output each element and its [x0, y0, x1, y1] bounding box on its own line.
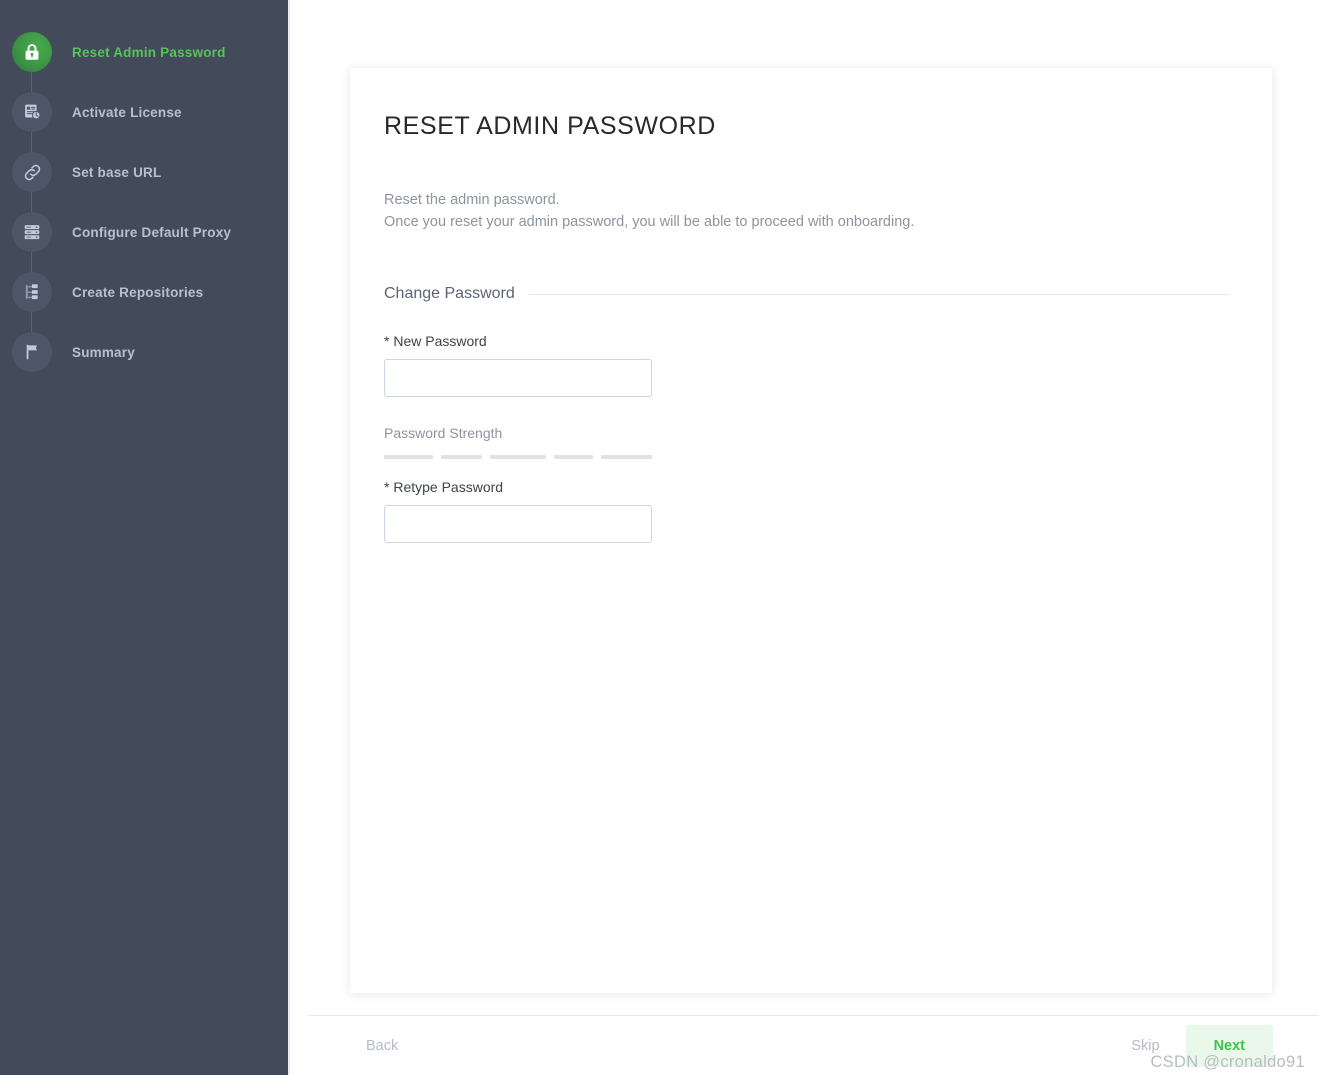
main-content: RESET ADMIN PASSWORD Reset the admin pas…	[290, 0, 1319, 1075]
sidebar-item-label: Summary	[72, 344, 135, 360]
new-password-input[interactable]	[384, 359, 652, 398]
onboarding-wizard-page: Reset Admin Password Activate License Se…	[0, 0, 1319, 1075]
back-button[interactable]: Back	[350, 1028, 414, 1064]
section-legend-label: Change Password	[384, 285, 515, 303]
wizard-sidebar: Reset Admin Password Activate License Se…	[0, 0, 290, 1075]
section-legend-divider	[528, 293, 1230, 295]
sidebar-item-configure-default-proxy[interactable]: Configure Default Proxy	[0, 202, 288, 312]
intro-text: Reset the admin password. Once you reset…	[384, 189, 1230, 233]
license-document-icon	[12, 92, 52, 132]
change-password-section: Change Password * New Password Password …	[384, 285, 1230, 544]
sidebar-item-label: Reset Admin Password	[72, 44, 226, 60]
password-strength-block: Password Strength	[384, 425, 1230, 460]
link-chain-icon	[12, 152, 52, 192]
sidebar-item-label: Activate License	[72, 104, 182, 120]
wizard-footer: Back Skip Next CSDN @cronaldo91	[308, 1015, 1319, 1075]
server-stack-icon	[12, 212, 52, 252]
lock-icon	[12, 32, 52, 72]
sidebar-item-activate-license[interactable]: Activate License	[0, 82, 288, 192]
next-button[interactable]: Next	[1185, 1024, 1273, 1067]
password-strength-meter	[384, 455, 652, 460]
strength-segment	[440, 455, 482, 460]
retype-password-label: * Retype Password	[384, 479, 504, 496]
sidebar-item-label: Create Repositories	[72, 284, 204, 300]
content-scroll-area: RESET ADMIN PASSWORD Reset the admin pas…	[290, 0, 1319, 993]
password-strength-label: Password Strength	[384, 425, 503, 442]
footer-right-actions: Skip Next	[1115, 1024, 1273, 1067]
section-legend: Change Password	[384, 285, 1230, 303]
sidebar-item-summary[interactable]: Summary	[0, 322, 288, 382]
strength-segment	[554, 455, 594, 460]
retype-password-field-group: * Retype Password	[384, 479, 1230, 544]
intro-line-2: Once you reset your admin password, you …	[384, 214, 915, 231]
sidebar-item-label: Configure Default Proxy	[72, 224, 232, 240]
page-title: RESET ADMIN PASSWORD	[384, 112, 716, 140]
strength-segment	[489, 455, 547, 460]
strength-segment	[601, 455, 652, 460]
sidebar-item-label: Set base URL	[72, 164, 162, 180]
skip-button[interactable]: Skip	[1115, 1028, 1175, 1064]
new-password-label: * New Password	[384, 333, 487, 350]
flag-icon	[12, 332, 52, 372]
strength-segment	[384, 455, 433, 460]
sidebar-item-create-repositories[interactable]: Create Repositories	[0, 262, 288, 372]
new-password-field-group: * New Password	[384, 333, 1230, 398]
wizard-step-list: Reset Admin Password Activate License Se…	[0, 22, 288, 382]
sidebar-item-set-base-url[interactable]: Set base URL	[0, 142, 288, 252]
intro-line-1: Reset the admin password.	[384, 192, 560, 208]
repository-tree-icon	[12, 272, 52, 312]
retype-password-input[interactable]	[384, 505, 652, 544]
sidebar-item-reset-admin-password[interactable]: Reset Admin Password	[0, 22, 288, 132]
reset-password-card: RESET ADMIN PASSWORD Reset the admin pas…	[350, 68, 1272, 993]
